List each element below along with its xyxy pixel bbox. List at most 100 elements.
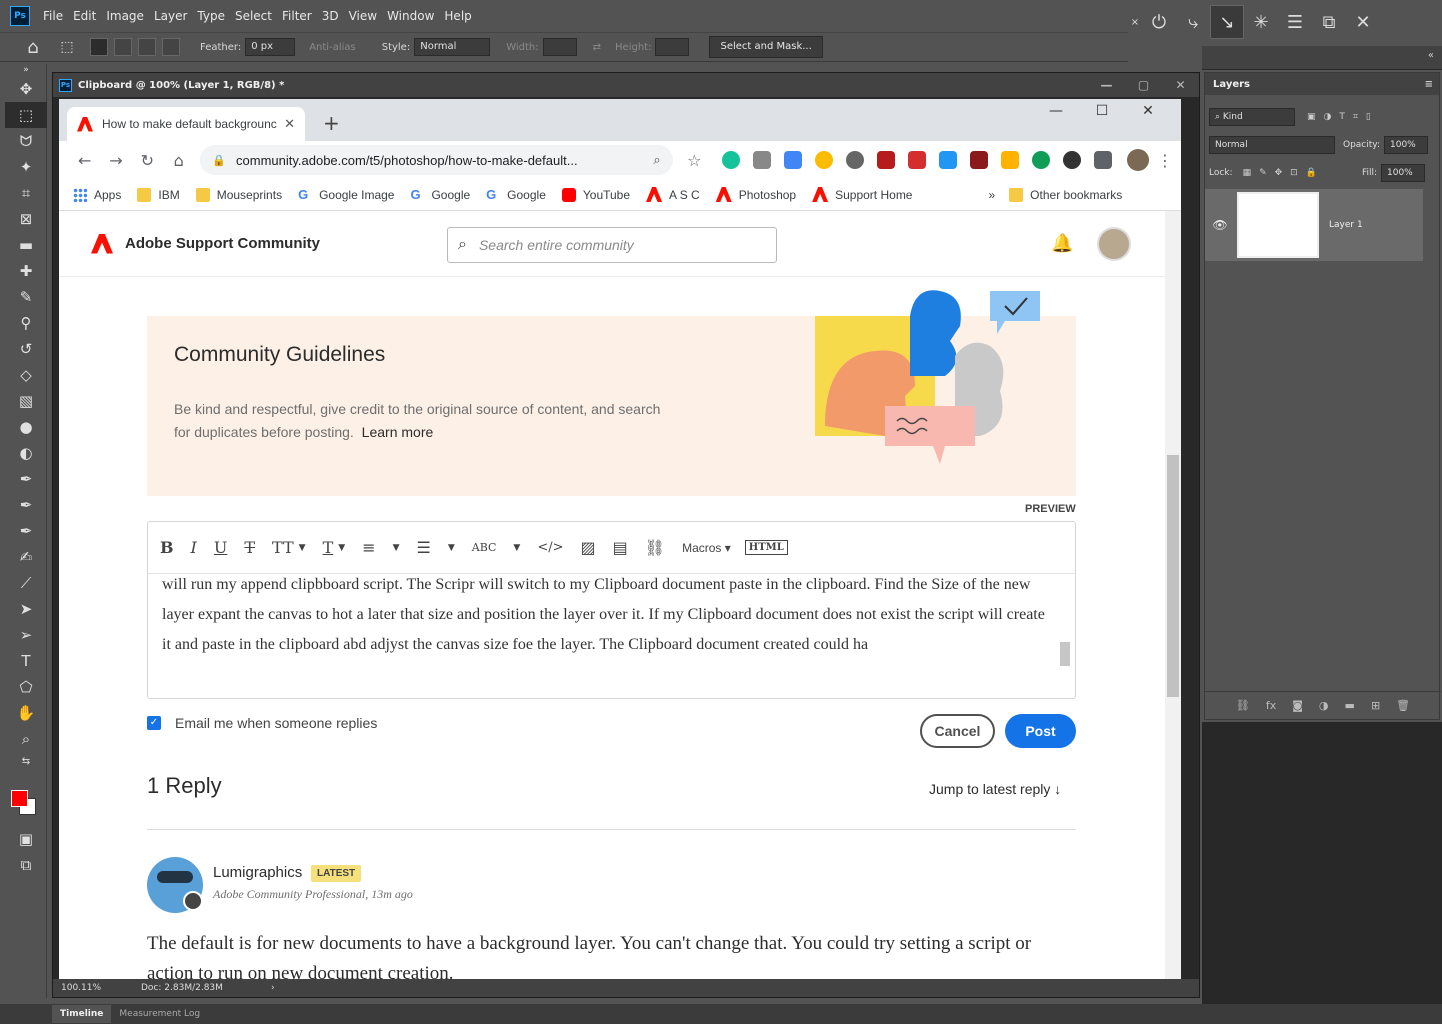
translate-extension-icon[interactable] (784, 151, 802, 169)
layer-kind-filter[interactable]: ⌕ Kind (1209, 108, 1295, 126)
menu-kebab-icon[interactable]: ⋮ (1149, 151, 1181, 170)
leaf-extension-icon[interactable] (1032, 151, 1050, 169)
lasso-tool-icon[interactable]: ᗢ (5, 128, 47, 154)
browser-close-icon[interactable]: ✕ (1125, 103, 1171, 119)
browser-tab[interactable]: How to make default backgrounc ✕ (67, 107, 305, 141)
screen-extension-icon[interactable] (939, 151, 957, 169)
browser-minimize-icon[interactable]: — (1033, 103, 1079, 119)
bullet-list-icon[interactable]: ☰ (417, 538, 431, 557)
tab-timeline[interactable]: Timeline (52, 1005, 112, 1023)
bookmark-google-image[interactable]: G Google Image (298, 187, 394, 202)
layer-style-icon[interactable]: fx (1266, 699, 1276, 712)
strikethrough-icon[interactable]: T (244, 538, 255, 557)
macros-dropdown[interactable]: Macros ▾ (682, 541, 731, 555)
home-icon[interactable]: ⌂ (16, 30, 50, 64)
height-input[interactable] (655, 38, 690, 56)
frame-tool-icon[interactable]: ⊠ (5, 206, 47, 232)
crop-frame-icon[interactable]: ⧉ (1312, 5, 1346, 39)
font-size-caret-icon[interactable]: ▼ (299, 543, 306, 553)
healing-tool-icon[interactable]: ✚ (5, 258, 47, 284)
eraser-tool-icon[interactable]: ◇ (5, 362, 47, 388)
layer-mask-icon[interactable]: ◙ (1292, 699, 1303, 712)
bookmark-support-home[interactable]: Support Home (812, 187, 912, 202)
dodge-tool-icon[interactable]: ◐ (5, 440, 47, 466)
pen-tool-icon[interactable]: ✒ (5, 466, 47, 492)
visibility-eye-icon[interactable]: 👁 (1205, 218, 1235, 232)
html-button[interactable]: HTML (744, 540, 788, 555)
community-search-input[interactable]: ⌕ Search entire community (447, 227, 777, 263)
close-app-icon[interactable]: × (1128, 5, 1142, 39)
width-input[interactable] (542, 38, 577, 56)
bookmark-other[interactable]: Other bookmarks (1009, 187, 1122, 202)
quick-mask-icon[interactable]: ▣ (5, 826, 47, 852)
spellcheck-icon[interactable]: ABC (472, 541, 497, 554)
zoom-level[interactable]: 100.11% (61, 983, 141, 993)
font-size-icon[interactable]: TT (272, 538, 294, 557)
brush-tool-icon[interactable]: ✎ (5, 284, 47, 310)
menu-image[interactable]: Image (101, 9, 149, 23)
menu-layer[interactable]: Layer (149, 9, 192, 23)
select-and-mask-button[interactable]: Select and Mask... (709, 36, 823, 58)
puzzle-extensions-icon[interactable] (1094, 151, 1112, 169)
antialias-checkbox[interactable]: Anti-alias (309, 42, 356, 53)
swap-colors-icon[interactable]: ⇆ (5, 752, 47, 770)
notification-bell-icon[interactable]: 🔔 (1051, 233, 1073, 254)
bullet-list-caret-icon[interactable]: ▼ (448, 543, 455, 553)
numbered-list-icon[interactable]: ≡ (362, 538, 375, 557)
curve-tool-icon[interactable]: ⤷ (1176, 5, 1210, 39)
gear-extension-icon[interactable] (846, 151, 864, 169)
lock-icons[interactable]: ▦✎✥⊡🔒 (1243, 168, 1325, 178)
format-clear-icon[interactable]: T (323, 538, 334, 557)
bookmark-youtube[interactable]: YouTube (561, 187, 630, 202)
reload-icon[interactable]: ↻ (132, 151, 163, 170)
tab-close-icon[interactable]: ✕ (284, 116, 295, 132)
layer-row[interactable]: 👁 Layer 1 (1205, 189, 1423, 261)
filter-icons[interactable]: ▣◑T⌗▯ (1307, 112, 1379, 122)
zoom-tool-icon[interactable]: ⌕ (5, 726, 47, 752)
intersect-selection-button[interactable] (162, 38, 180, 56)
marquee-tool-icon[interactable]: ⬚ (5, 102, 47, 128)
shape-tool-icon[interactable]: ⬠ (5, 674, 47, 700)
cancel-button[interactable]: Cancel (920, 714, 995, 748)
author-name[interactable]: Lumigraphics (213, 864, 302, 881)
type-tool-icon[interactable]: T (5, 648, 47, 674)
bookmark-photoshop[interactable]: Photoshop (715, 187, 796, 202)
fill-input[interactable]: 100% (1381, 164, 1425, 182)
bookmark-ibm[interactable]: IBM (137, 187, 180, 202)
collapse-panels-icon[interactable]: « (1428, 50, 1434, 61)
menu-help[interactable]: Help (439, 9, 476, 23)
compass-extension-icon[interactable] (815, 151, 833, 169)
direct-selection-icon[interactable]: ➢ (5, 622, 47, 648)
gradient-tool-icon[interactable]: ▧ (5, 388, 47, 414)
doc-close-icon[interactable]: ✕ (1162, 78, 1199, 92)
feather-input[interactable]: 0 px (245, 38, 296, 56)
adobe-logo-icon[interactable] (91, 233, 113, 254)
panel-menu-icon[interactable]: ≡ (1425, 79, 1433, 90)
menu-select[interactable]: Select (230, 9, 277, 23)
jump-to-latest-link[interactable]: Jump to latest reply ↓ (929, 781, 1061, 797)
blend-mode-select[interactable]: Normal (1209, 136, 1335, 154)
add-selection-button[interactable] (114, 38, 132, 56)
page-scrollbar[interactable] (1165, 211, 1181, 981)
swap-icon[interactable]: ⇄ (593, 42, 601, 53)
delete-layer-icon[interactable]: 🗑 (1396, 699, 1410, 712)
adjustment-layer-icon[interactable]: ◑ (1319, 699, 1329, 712)
status-menu-icon[interactable]: › (271, 983, 275, 993)
menu-window[interactable]: Window (382, 9, 439, 23)
subtract-selection-button[interactable] (138, 38, 156, 56)
sparkle-icon[interactable]: ✳ (1244, 5, 1278, 39)
menu-filter[interactable]: Filter (277, 9, 317, 23)
freeform-pen-icon[interactable]: ✒ (5, 492, 47, 518)
zoom-icon[interactable]: ⌕ (653, 152, 660, 168)
tab-measurement-log[interactable]: Measurement Log (111, 1005, 208, 1023)
ruler-tool-icon[interactable]: ▬ (5, 232, 47, 258)
style-select[interactable]: Normal (414, 38, 491, 56)
italic-icon[interactable]: I (191, 538, 197, 557)
history-brush-icon[interactable]: ↺ (5, 336, 47, 362)
layers-tab[interactable]: Layers ≡ (1205, 73, 1439, 95)
power-icon[interactable]: ⏻ (1142, 5, 1176, 39)
badge-extension-icon[interactable] (877, 151, 895, 169)
site-title[interactable]: Adobe Support Community (125, 235, 320, 252)
crop-tool-icon[interactable]: ⌗ (5, 180, 47, 206)
bookmark-google-1[interactable]: G Google (410, 187, 470, 202)
